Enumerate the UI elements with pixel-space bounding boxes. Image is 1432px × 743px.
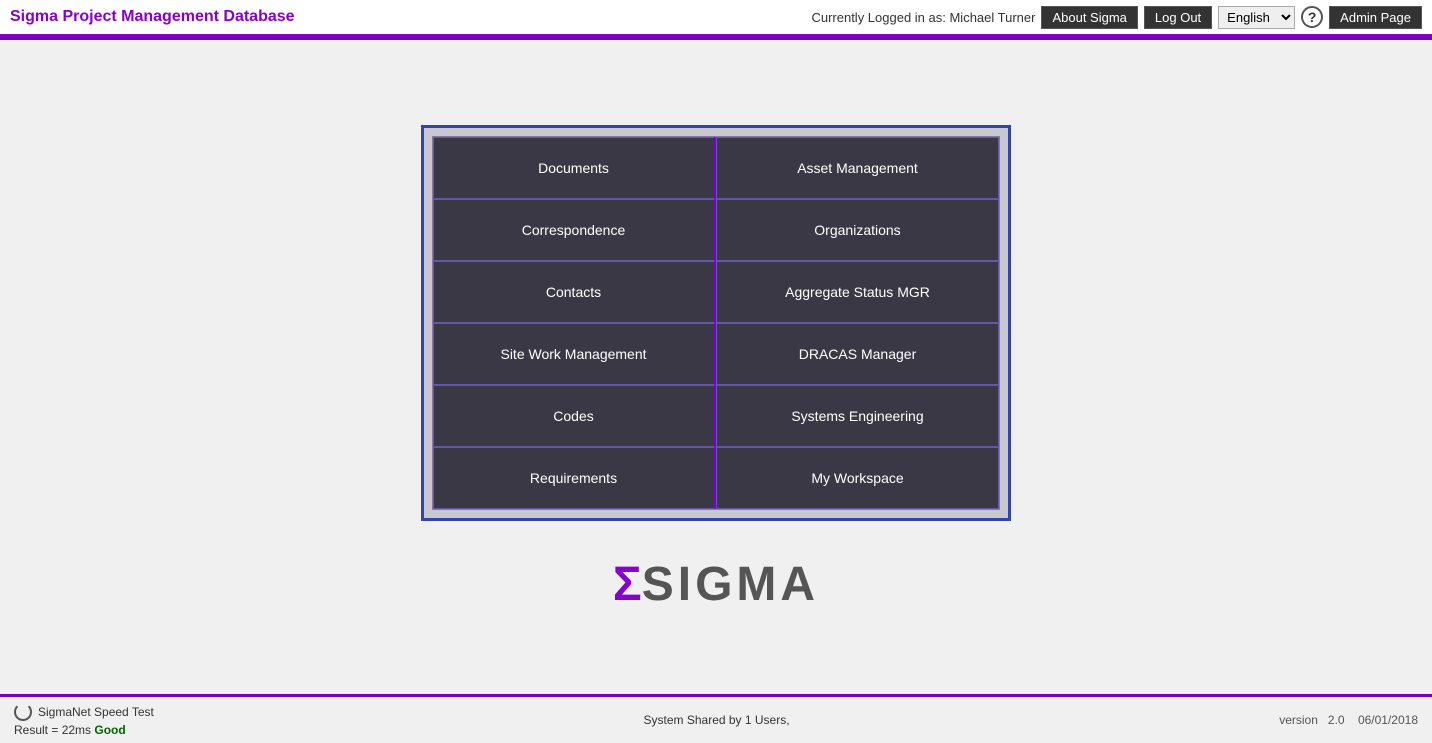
nav-cell-correspondence[interactable]: Correspondence — [433, 199, 716, 261]
speed-test-row: SigmaNet Speed Test — [14, 703, 154, 721]
speed-result-text: Result = 22ms — [14, 723, 91, 737]
refresh-icon[interactable] — [14, 703, 32, 721]
version-number: 2.0 — [1328, 713, 1345, 727]
logo-section: Σ SIGMA — [613, 561, 819, 609]
sigma-symbol-icon: Σ — [613, 561, 642, 609]
sigma-logo: Σ SIGMA — [613, 561, 819, 609]
admin-button[interactable]: Admin Page — [1329, 6, 1422, 29]
nav-cell-codes[interactable]: Codes — [433, 385, 716, 447]
nav-grid: DocumentsAsset ManagementCorrespondenceO… — [432, 136, 1000, 510]
app-footer: SigmaNet Speed Test Result = 22ms Good S… — [0, 694, 1432, 743]
footer-version: version 2.0 06/01/2018 — [1279, 713, 1418, 727]
main-content: DocumentsAsset ManagementCorrespondenceO… — [0, 40, 1432, 694]
speed-status: Good — [94, 723, 125, 737]
speed-test-label: SigmaNet Speed Test — [38, 705, 154, 719]
footer-shared-label: System Shared by 1 Users, — [644, 713, 790, 727]
nav-outer-container: DocumentsAsset ManagementCorrespondenceO… — [421, 125, 1011, 521]
about-button[interactable]: About Sigma — [1041, 6, 1137, 29]
nav-cell-documents[interactable]: Documents — [433, 137, 716, 199]
footer-left: SigmaNet Speed Test Result = 22ms Good — [14, 703, 154, 737]
language-select[interactable]: English Spanish French — [1218, 6, 1295, 29]
nav-cell-aggregate-status-mgr[interactable]: Aggregate Status MGR — [716, 261, 999, 323]
nav-cell-systems-engineering[interactable]: Systems Engineering — [716, 385, 999, 447]
nav-cell-site-work-management[interactable]: Site Work Management — [433, 323, 716, 385]
logged-in-label: Currently Logged in as: Michael Turner — [811, 10, 1035, 25]
version-label: version — [1279, 713, 1318, 727]
speed-result-row: Result = 22ms Good — [14, 723, 154, 737]
version-date: 06/01/2018 — [1358, 713, 1418, 727]
nav-cell-requirements[interactable]: Requirements — [433, 447, 716, 509]
help-button[interactable]: ? — [1301, 6, 1323, 28]
nav-cell-contacts[interactable]: Contacts — [433, 261, 716, 323]
app-title: Sigma Project Management Database — [10, 8, 295, 26]
nav-cell-dracas-manager[interactable]: DRACAS Manager — [716, 323, 999, 385]
header-controls: Currently Logged in as: Michael Turner A… — [811, 6, 1422, 29]
sigma-logo-text: SIGMA — [642, 561, 819, 609]
nav-cell-asset-management[interactable]: Asset Management — [716, 137, 999, 199]
logout-button[interactable]: Log Out — [1144, 6, 1212, 29]
nav-cell-my-workspace[interactable]: My Workspace — [716, 447, 999, 509]
nav-cell-organizations[interactable]: Organizations — [716, 199, 999, 261]
app-header: Sigma Project Management Database Curren… — [0, 0, 1432, 36]
